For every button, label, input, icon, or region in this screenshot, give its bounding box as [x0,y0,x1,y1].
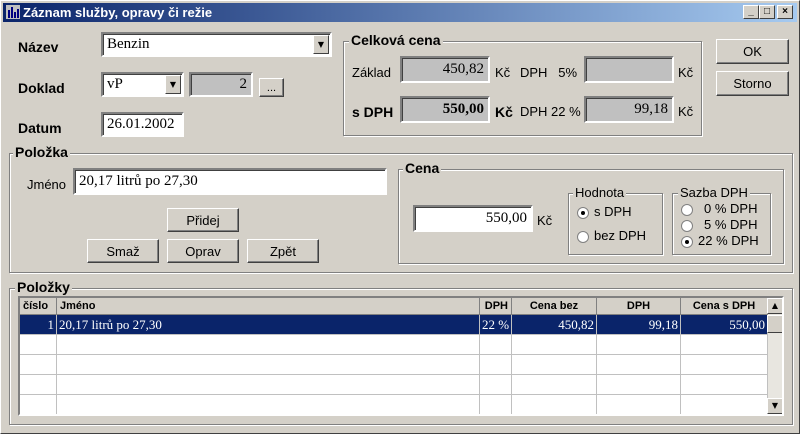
col-cena-s-dph[interactable]: Cena s DPH [681,298,768,315]
zaklad-value: 450,82 [442,61,484,77]
dph22-label: DPH 22 % [520,104,581,119]
storno-button[interactable]: Storno [716,71,789,96]
hodnota-bezdph-radio[interactable] [577,231,589,243]
minimize-button[interactable]: _ [743,5,759,19]
jmeno-label: Jméno [27,177,67,192]
sazba-5-radio[interactable] [681,220,693,232]
sazba-0-label[interactable]: 0 % DPH [704,201,757,216]
datum-value: 26.01.2002 [107,116,175,132]
datum-label: Datum [18,120,62,136]
chevron-down-icon[interactable]: ▼ [165,75,181,94]
scroll-down-icon[interactable]: ▼ [767,398,782,414]
datum-field[interactable]: 26.01.2002 [101,112,184,137]
hodnota-bezdph-label[interactable]: bez DPH [594,228,646,243]
table-row[interactable] [20,375,768,395]
items-grid[interactable]: číslo Jméno DPH Cena bez DPH Cena s DPH … [18,296,784,416]
hodnota-group [568,193,663,255]
doklad-number-field[interactable]: 2 [189,72,253,97]
item-title: Položka [13,144,70,160]
hodnota-title: Hodnota [573,185,627,200]
price-currency: Kč [537,213,553,228]
col-cislo[interactable]: číslo [20,298,57,315]
title-bar[interactable]: Záznam služby, opravy či režie _ □ × [3,3,797,22]
window-title: Záznam služby, opravy či režie [23,5,213,20]
col-dph[interactable]: DPH [480,298,512,315]
col-cena-bez[interactable]: Cena bez [512,298,597,315]
doklad-type-combobox[interactable]: vP ▼ [101,72,184,97]
doklad-browse-button[interactable]: ... [259,78,284,97]
dph5-field [584,56,674,83]
oprav-button[interactable]: Oprav [167,239,239,263]
zaklad-currency: Kč [495,65,511,80]
nazev-value: Benzin [107,36,150,52]
zaklad-field: 450,82 [400,56,490,83]
dph5-currency: Kč [678,65,694,80]
dph22-value: 99,18 [634,101,668,117]
table-row[interactable] [20,335,768,355]
sazba-5-label[interactable]: 5 % DPH [704,217,757,232]
sazba-22-radio[interactable] [681,236,693,248]
total-price-title: Celková cena [349,32,443,48]
sdph-value: 550,00 [442,101,484,117]
close-button[interactable]: × [777,5,793,19]
price-value: 550,00 [485,210,527,226]
sazba-22-label[interactable]: 22 % DPH [698,233,759,248]
col-dph-amount[interactable]: DPH [597,298,681,315]
record-dialog: Záznam služby, opravy či režie _ □ × Náz… [0,0,800,434]
scroll-thumb[interactable] [767,315,782,333]
sdph-label: s DPH [352,104,394,120]
price-field[interactable]: 550,00 [413,205,533,232]
nazev-combobox[interactable]: Benzin ▼ [101,32,332,57]
scroll-up-icon[interactable]: ▲ [767,298,782,314]
table-row[interactable] [20,355,768,375]
hodnota-sdph-label[interactable]: s DPH [594,204,632,219]
table-row[interactable] [20,395,768,414]
hodnota-sdph-radio[interactable] [577,207,589,219]
sazba-0-radio[interactable] [681,204,693,216]
sdph-field: 550,00 [400,96,490,123]
doklad-type-value: vP [107,76,123,92]
chevron-down-icon[interactable]: ▼ [313,35,329,54]
app-icon [6,5,20,19]
ok-button[interactable]: OK [716,39,789,64]
vertical-scrollbar[interactable]: ▲ ▼ [767,298,782,414]
items-title: Položky [15,279,72,295]
nazev-label: Název [18,39,59,55]
smaz-button[interactable]: Smaž [87,239,159,263]
zpet-button[interactable]: Zpět [247,239,319,263]
table-row[interactable]: 1 20,17 litrů po 27,30 22 % 450,82 99,18… [20,315,768,335]
pridej-button[interactable]: Přidej [167,208,239,232]
zaklad-label: Základ [352,65,392,80]
doklad-label: Doklad [18,80,65,96]
sazba-title: Sazba DPH [678,185,750,200]
price-title: Cena [403,160,442,176]
jmeno-value: 20,17 litrů po 27,30 [79,173,198,189]
dph22-field: 99,18 [584,96,674,123]
dph22-currency: Kč [678,104,694,119]
col-jmeno[interactable]: Jméno [57,298,480,315]
maximize-button[interactable]: □ [759,5,775,19]
doklad-number-value: 2 [239,76,248,92]
jmeno-field[interactable]: 20,17 litrů po 27,30 [73,168,387,195]
sdph-currency: Kč [495,104,513,120]
dph5-label: DPH 5% [520,65,578,80]
